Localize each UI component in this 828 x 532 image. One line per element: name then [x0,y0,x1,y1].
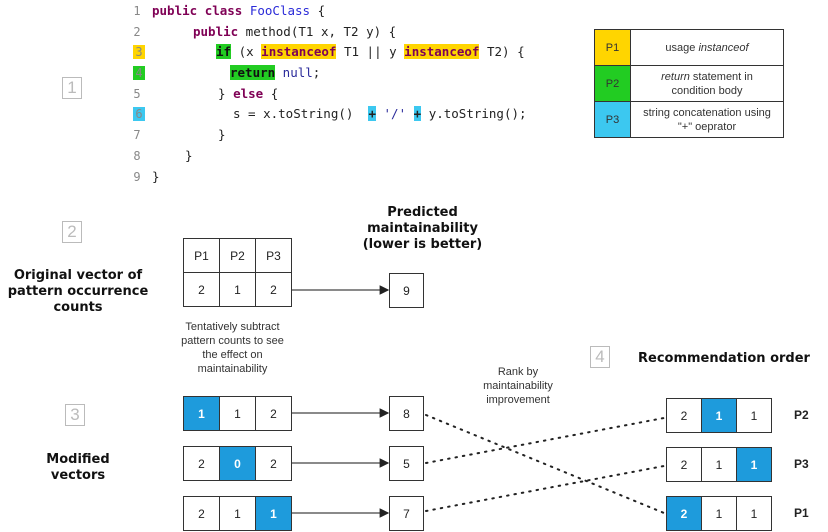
code-text: (x [231,44,262,59]
value-cell: 1 [219,272,256,307]
value-cell: 2 [255,272,292,307]
diagram: 1 2 3 4 1 2 3 4 5 6 7 8 9 public class F… [0,0,828,532]
recommendation-cell: 1 [701,398,737,433]
predicted-value-modified: 7 [389,496,424,531]
line-number: 6 [133,107,145,121]
line-number: 9 [133,170,141,184]
code-line: } else { [218,86,278,101]
step-3-label: 3 [65,404,85,426]
rank-line-p2 [425,417,665,464]
original-vector-label: Original vector of pattern occurrence co… [7,268,149,315]
recommendation-cell: 2 [666,496,702,531]
recommended-pattern-label: P2 [794,408,809,422]
code-line: } [185,148,193,163]
rank-label: Rank by maintainability improvement [483,366,553,406]
rank-line-p1 [425,414,665,514]
code-line: public method(T1 x, T2 y) { [193,24,396,39]
legend-id-p2: P2 [594,65,631,102]
modified-vector-cell: 1 [255,496,292,531]
step-4-label: 4 [590,346,610,368]
modified-vector-cell: 0 [219,446,256,481]
line-number: 2 [133,25,141,39]
code-text: y.toString(); [421,106,527,121]
recommendation-cell: 1 [736,447,772,482]
line-number: 3 [133,45,145,59]
predicted-value-modified: 8 [389,396,424,431]
modified-vector-cell: 2 [183,496,220,531]
code-string: '/' [376,106,414,121]
line-number: 4 [133,66,145,80]
modified-vector-cell: 2 [255,446,292,481]
predicted-value-modified: 5 [389,446,424,481]
recommended-pattern-label: P1 [794,506,809,520]
recommendation-cell: 2 [666,447,702,482]
modified-vector-cell: 2 [255,396,292,431]
code-line: if (x instanceof T1 || y instanceof T2) … [216,44,525,59]
recommendation-cell: 1 [736,496,772,531]
code-line: s = x.toString() + '/' + y.toString(); [233,106,527,121]
predicted-value-original: 9 [389,273,424,308]
code-text: T2) { [479,44,525,59]
code-line: public class FooClass { [152,3,325,18]
legend-desc-p2: return statement in condition body [630,65,784,102]
header-cell: P3 [255,238,292,273]
header-cell: P1 [183,238,220,273]
pattern-p1-highlight: instanceof [404,44,480,59]
subtract-note: Tentatively subtract pattern counts to s… [181,321,284,375]
legend-desc-p1: usage instanceof [630,29,784,66]
legend-id-p3: P3 [594,101,631,138]
code-keyword: public [152,3,198,18]
code-text: } [218,86,234,101]
header-cell: P2 [219,238,256,273]
code-keyword-highlight: if [216,44,232,59]
modified-vector-cell: 1 [219,396,256,431]
line-number: 1 [133,4,141,18]
code-keyword: public [193,24,239,39]
code-text: method(T1 x, T2 y) { [238,24,397,39]
rank-line-p3 [425,465,665,512]
recommendation-cell: 1 [736,398,772,433]
code-text: T1 || y [336,44,405,59]
value-cell: 2 [183,272,220,307]
code-text: { [310,3,326,18]
predicted-label: Predicted maintainability (lower is bett… [362,205,483,252]
recommendation-cell: 2 [666,398,702,433]
code-line: return null; [230,65,320,80]
recommendation-title: Recommendation order [638,351,810,366]
pattern-p1-highlight: instanceof [261,44,337,59]
step-2-label: 2 [62,221,82,243]
code-line: } [152,169,160,184]
code-keyword: class [204,3,243,18]
modified-vector-cell: 1 [183,396,220,431]
code-line: } [218,127,226,142]
line-number: 7 [133,128,141,142]
line-number: 5 [133,87,141,101]
code-text: s = x.toString() [233,106,369,121]
code-null: null [275,65,313,80]
modified-vector-cell: 1 [219,496,256,531]
recommendation-cell: 1 [701,447,737,482]
modified-vectors-label: Modified vectors [46,452,110,483]
code-class-name: FooClass [249,3,311,18]
pattern-p2-highlight: return [230,65,276,80]
code-text: { [263,86,279,101]
step-1-label: 1 [62,77,82,99]
line-number: 8 [133,149,141,163]
recommended-pattern-label: P3 [794,457,809,471]
code-text: ; [312,65,321,80]
legend-id-p1: P1 [594,29,631,66]
recommendation-cell: 1 [701,496,737,531]
legend-desc-p3: string concatenation using "+" oeprator [630,101,784,138]
pattern-p3-highlight: + [368,106,376,121]
modified-vector-cell: 2 [183,446,220,481]
code-keyword: else [233,86,264,101]
